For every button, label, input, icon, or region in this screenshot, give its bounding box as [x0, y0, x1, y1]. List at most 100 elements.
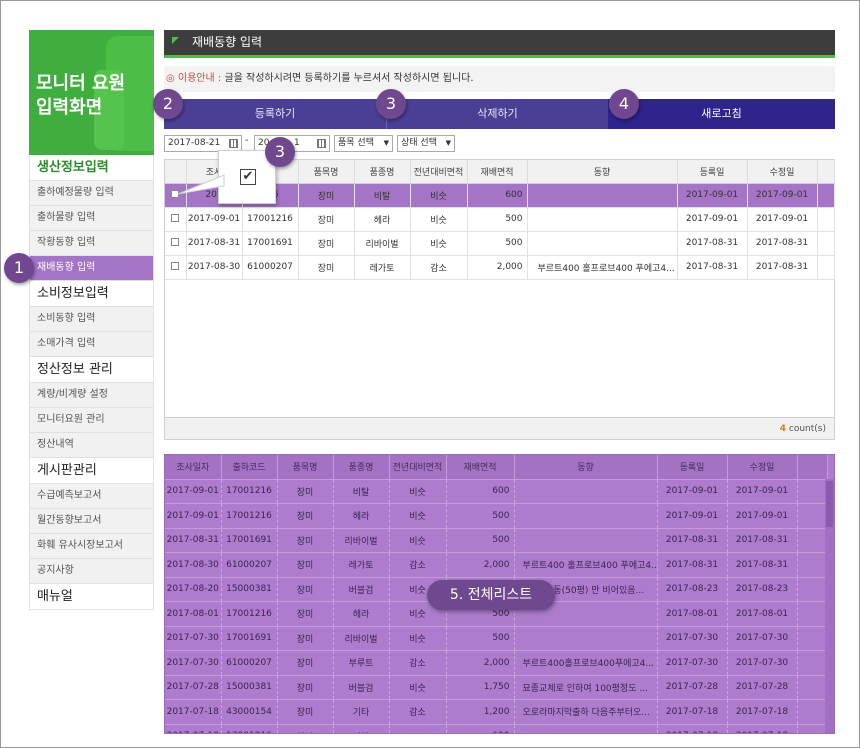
row-checkbox[interactable] — [171, 261, 180, 270]
list-cell: 17001691 — [221, 528, 278, 553]
sidebar-item[interactable]: 작황동향 입력 — [29, 231, 154, 256]
sidebar-section-1[interactable]: 소비정보입력 — [29, 281, 154, 307]
row-checkbox-cell[interactable] — [165, 255, 187, 280]
list-cell: 2017-08-30 — [165, 552, 222, 578]
list-column-header: 재배면적 — [446, 455, 515, 480]
list-row[interactable]: 2017-08-30 61000207 장미 레가토 감소 2,000 부르트400 홀프로… — [165, 552, 828, 578]
sidebar-item[interactable]: 수급예측보고서 — [29, 484, 154, 509]
row-checkbox-cell[interactable] — [165, 207, 187, 232]
column-header: 전년대비면적 — [410, 160, 468, 184]
callout-badge-2: 2 — [153, 89, 183, 119]
page-title-bar: 재배동향 입력 — [164, 30, 835, 55]
list-cell — [514, 528, 658, 553]
sidebar-section-3[interactable]: 게시판관리 — [29, 458, 154, 484]
list-cell: 2017-07-28 — [727, 675, 798, 700]
list-cell: 2017-07-18 — [165, 724, 222, 733]
sidebar-item[interactable]: 계량/비계량 설정 — [29, 383, 154, 408]
sidebar-item[interactable]: 월간동향보고서 — [29, 509, 154, 534]
table-cell: 장미 — [298, 183, 355, 208]
delete-button[interactable]: 삭제하기 — [386, 99, 608, 129]
sidebar-item[interactable]: 출하예정물량 입력 — [29, 181, 154, 206]
sidebar-item[interactable]: 공지사항 — [29, 559, 154, 584]
register-button[interactable]: 등록하기 — [164, 99, 386, 129]
sidebar-item[interactable]: 출하물량 입력 — [29, 206, 154, 231]
table-cell: 헤라 — [354, 207, 411, 232]
sidebar-item[interactable]: 화훼 유사시장보고서 — [29, 534, 154, 559]
list-column-header: 동향 — [514, 455, 658, 480]
row-checkbox[interactable] — [171, 237, 180, 246]
status-select[interactable]: 상태 선택 ▼ — [397, 135, 455, 152]
table-cell: 500 — [467, 207, 528, 232]
list-scrollbar[interactable] — [825, 479, 834, 733]
refresh-button[interactable]: 새로고침 — [608, 99, 835, 129]
list-cell: 2017-09-01 — [727, 479, 798, 504]
table-row[interactable]: 2017-09-01 17001216 장미 헤라 비슷 500 2017-09-01 201… — [165, 207, 835, 232]
row-checkbox[interactable] — [171, 213, 180, 222]
status-select-value: 상태 선택 — [401, 138, 437, 148]
list-cell: 2017-09-01 — [657, 503, 728, 529]
scrollbar-thumb[interactable] — [826, 481, 833, 527]
row-checkbox-cell[interactable] — [165, 231, 187, 256]
list-row[interactable]: 2017-07-30 17001691 장미 리바이벌 비슷 500 2017-07-30 2… — [165, 626, 828, 651]
list-cell: 2017-07-18 — [657, 724, 728, 733]
table-row[interactable]: 2017-08-31 17001691 장미 리바이벌 비슷 500 2017-08-31 2… — [165, 231, 835, 256]
list-cell — [514, 724, 658, 733]
date-range-dash: - — [245, 135, 249, 146]
list-cell: 17001691 — [221, 626, 278, 651]
list-cell: 600 — [446, 479, 515, 504]
table-cell: 비슷 — [410, 231, 468, 256]
calendar-icon[interactable] — [229, 139, 238, 148]
item-select[interactable]: 품목 선택 ▼ — [334, 135, 393, 152]
callout-badge-3: 3 — [376, 89, 406, 119]
list-cell-spacer — [797, 626, 828, 651]
list-cell: 2017-08-01 — [165, 601, 222, 627]
sidebar-item[interactable]: 재배동향 입력 — [29, 256, 154, 281]
list-cell: 61000207 — [221, 552, 278, 578]
list-cell: 버블검 — [333, 675, 390, 700]
list-cell: 비슷 — [389, 479, 447, 504]
list-cell-spacer — [797, 699, 828, 725]
table-cell-spacer — [817, 207, 835, 232]
table-cell: 장미 — [298, 231, 355, 256]
list-cell: 17001216 — [221, 479, 278, 504]
list-cell: 장미 — [277, 552, 334, 578]
table-cell-spacer — [817, 255, 835, 280]
list-row[interactable]: 2017-09-01 17001216 장미 헤라 비슷 500 2017-09-01 201… — [165, 503, 828, 529]
list-cell: 리바이벌 — [333, 528, 390, 553]
list-cell: 부르트400홀프로브400푸에고4... — [514, 650, 658, 676]
column-header: 동향 — [527, 160, 678, 184]
callout-pointer — [177, 174, 225, 195]
column-header-spacer — [817, 160, 835, 184]
table-row[interactable]: 2017-08-30 61000207 장미 레가토 감소 2,000 부르트400 홀프로… — [165, 255, 835, 280]
list-row[interactable]: 2017-07-28 15000381 장미 버블검 비슷 1,750 묘종교체로 인하여 … — [165, 675, 828, 700]
list-cell: 부루트 — [333, 650, 390, 676]
list-cell: 묘종교체로 인하여 100평정도 ... — [514, 675, 658, 700]
list-cell: 비슷 — [389, 503, 447, 529]
callout-full-list-label: 5. 전체리스트 — [427, 580, 555, 610]
list-cell: 장미 — [277, 601, 334, 627]
list-cell: 2017-08-23 — [727, 577, 798, 602]
list-cell: 17001216 — [221, 503, 278, 529]
calendar-icon[interactable] — [317, 139, 326, 148]
list-row[interactable]: 2017-08-31 17001691 장미 리바이벌 비슷 500 2017-08-31 2… — [165, 528, 828, 553]
sidebar-item[interactable]: 정산내역 — [29, 433, 154, 458]
list-row[interactable]: 2017-07-1817001216장미비탈6002017-07-182017-… — [165, 724, 828, 733]
sidebar-section-2[interactable]: 정산정보 관리 — [29, 357, 154, 383]
list-cell: 2017-07-30 — [657, 650, 728, 676]
sidebar-section-4[interactable]: 매뉴얼 — [29, 584, 154, 610]
list-cell-spacer — [797, 552, 828, 578]
list-cell: 2017-08-01 — [657, 601, 728, 627]
sidebar-item[interactable]: 소매가격 입력 — [29, 332, 154, 357]
list-cell — [514, 503, 658, 529]
list-row[interactable]: 2017-07-18 43000154 장미 기타 감소 1,200 오로라마지막출하 다음… — [165, 699, 828, 725]
sidebar-item[interactable]: 소비동향 입력 — [29, 307, 154, 332]
sidebar-section-0[interactable]: 생산정보입력 — [29, 155, 154, 181]
list-row[interactable]: 2017-07-30 61000207 장미 부루트 감소 2,000 부르트400홀프로브… — [165, 650, 828, 676]
sidebar-item[interactable]: 모니터요원 관리 — [29, 408, 154, 433]
list-cell-spacer — [797, 675, 828, 700]
list-cell: 장미 — [277, 626, 334, 651]
list-cell: 감소 — [389, 650, 447, 676]
list-cell: 2017-07-30 — [657, 626, 728, 651]
list-cell: 2017-07-28 — [165, 675, 222, 700]
list-row[interactable]: 2017-09-01 17001216 장미 비탈 비슷 600 2017-09-01 201… — [165, 479, 828, 504]
